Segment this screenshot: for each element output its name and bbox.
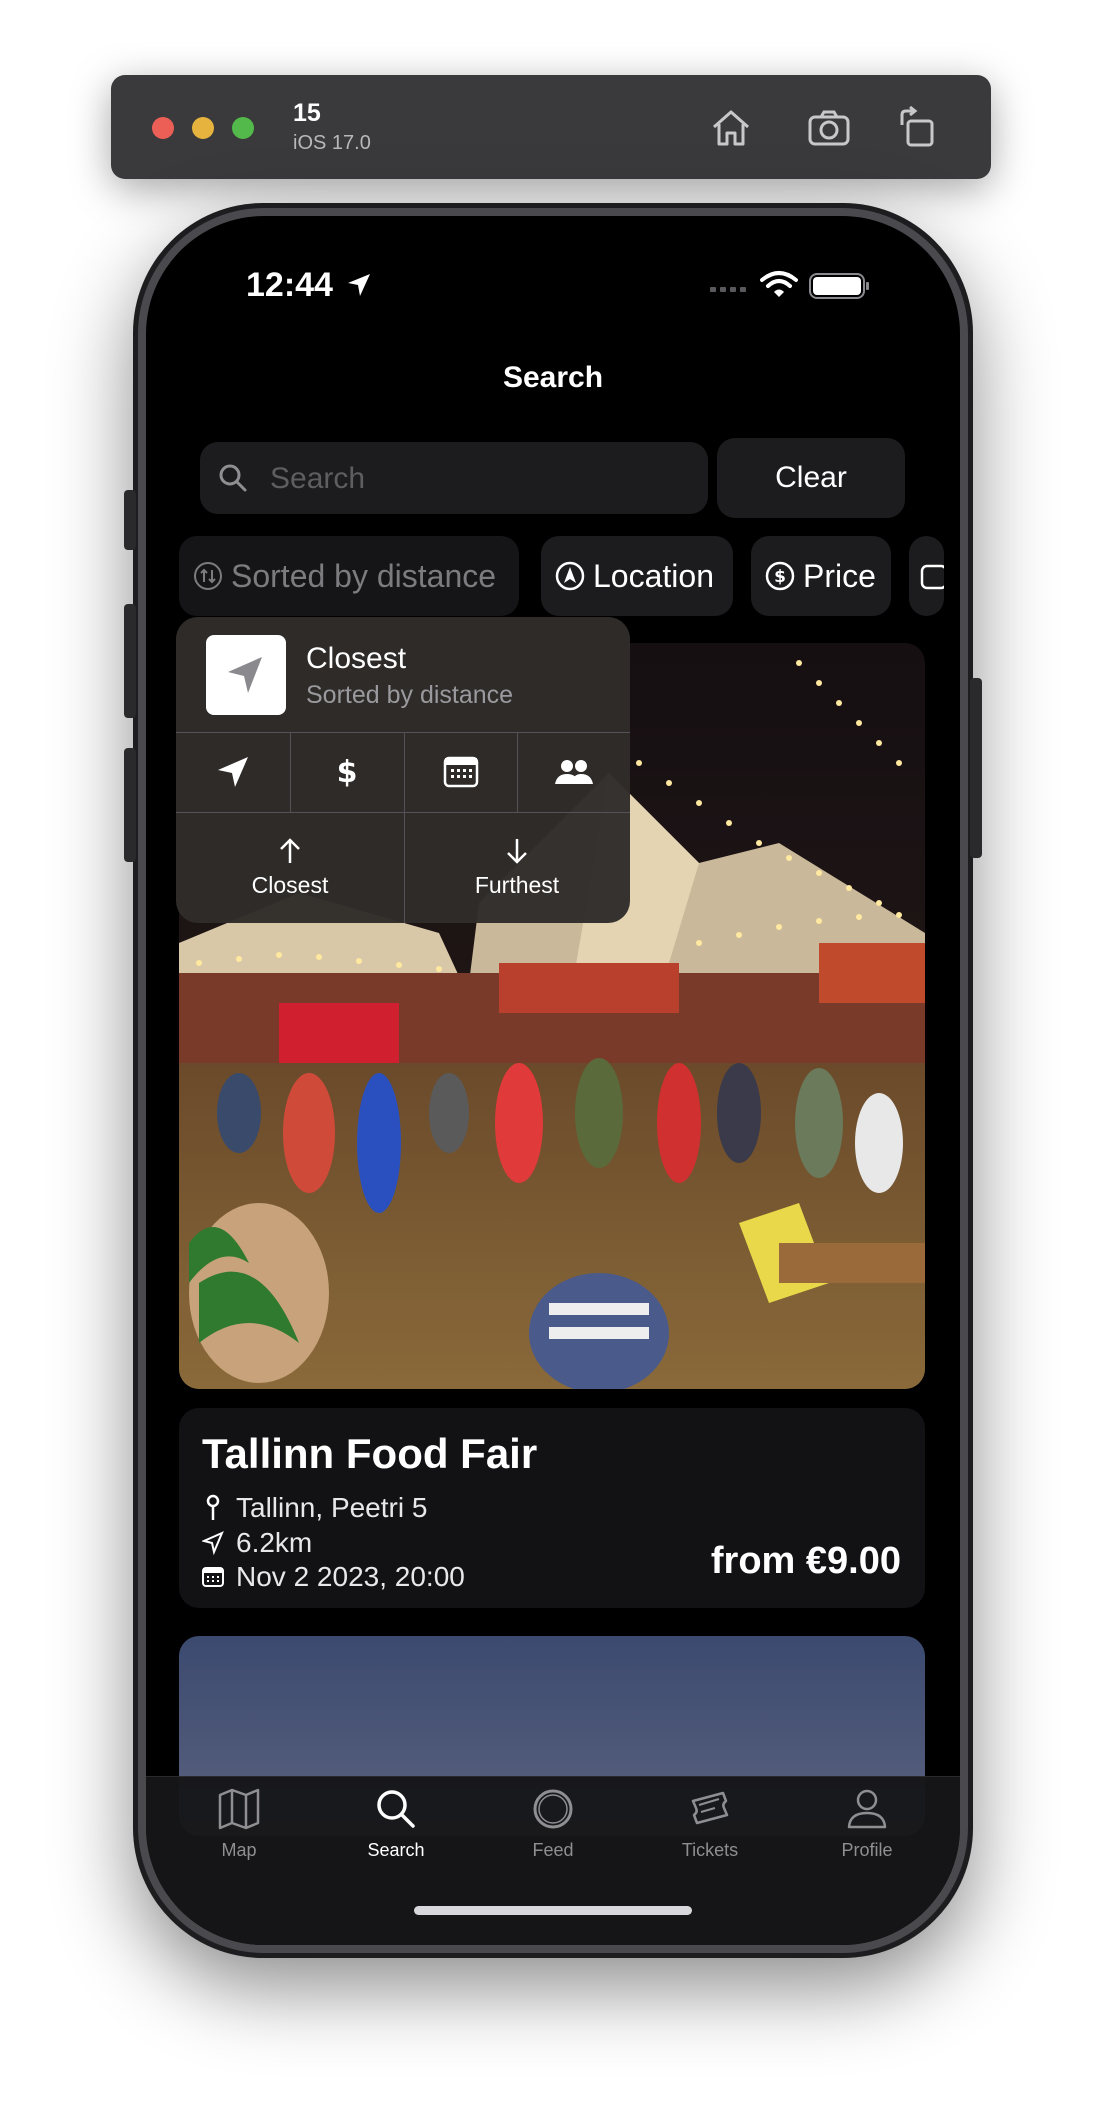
date-chip[interactable]: [909, 536, 944, 616]
location-services-icon: [348, 274, 371, 296]
battery-icon: [809, 273, 869, 299]
location-arrow-icon: [228, 657, 262, 693]
arrow-up-icon: [280, 837, 300, 863]
sort-menu: Closest Sorted by distance $ Closest Fur…: [176, 617, 630, 923]
tab-map[interactable]: Map: [169, 1787, 309, 1861]
tab-feed[interactable]: Feed: [483, 1787, 623, 1861]
circle-icon: [533, 1789, 573, 1829]
search-field[interactable]: [200, 442, 708, 516]
event-date-text: Nov 2 2023, 20:00: [236, 1561, 465, 1592]
calendar-icon: [202, 1567, 224, 1587]
device-name: 15: [293, 99, 321, 127]
event-date: Nov 2 2023, 20:00: [202, 1561, 465, 1593]
dollar-icon: $: [337, 755, 358, 790]
price-chip[interactable]: $ Price: [751, 536, 891, 616]
search-icon: [377, 1790, 415, 1828]
sort-menu-subtitle: Sorted by distance: [306, 681, 514, 709]
location-chip[interactable]: Location: [541, 536, 733, 616]
event-card[interactable]: Tallinn Food Fair Tallinn, Peetri 5 6.2k…: [179, 1408, 925, 1608]
clock-text: 12:44: [246, 266, 333, 304]
tab-map-label: Map: [221, 1840, 257, 1860]
tab-feed-label: Feed: [532, 1840, 574, 1860]
sort-ascending-option[interactable]: Closest: [176, 812, 404, 923]
ticket-icon: [691, 1791, 729, 1825]
status-time: 12:44: [246, 266, 372, 305]
map-icon: [218, 1788, 260, 1830]
sort-option-date[interactable]: [404, 732, 517, 812]
os-version: iOS 17.0: [293, 132, 371, 154]
pin-icon: [206, 1494, 220, 1520]
search-icon: [219, 464, 247, 492]
event-title: Tallinn Food Fair: [202, 1430, 538, 1477]
sort-option-price[interactable]: $: [290, 732, 404, 812]
tab-profile-label: Profile: [841, 1840, 893, 1860]
tab-bar: Map Search Feed Tickets Profile: [146, 1776, 960, 1945]
svg-text:$: $: [774, 567, 786, 587]
close-window-button[interactable]: [152, 117, 174, 139]
price-chip-label: Price: [803, 557, 876, 594]
event-address-text: Tallinn, Peetri 5: [236, 1492, 428, 1523]
rotate-icon[interactable]: [896, 105, 942, 151]
home-indicator[interactable]: [414, 1906, 692, 1915]
minimize-window-button[interactable]: [192, 117, 214, 139]
location-arrow-icon: [555, 561, 585, 591]
tab-search[interactable]: Search: [326, 1787, 466, 1861]
page-title: Search: [502, 361, 604, 394]
dollar-circle-icon: $: [765, 561, 795, 591]
sort-menu-title: Closest: [306, 642, 407, 675]
tab-tickets[interactable]: Tickets: [640, 1787, 780, 1861]
arrow-down-icon: [507, 838, 527, 864]
sort-chip[interactable]: Sorted by distance: [179, 536, 519, 616]
event-distance: 6.2km: [202, 1527, 312, 1559]
person-icon: [847, 1789, 887, 1829]
search-input[interactable]: [268, 442, 692, 516]
sort-ascending-label: Closest: [251, 871, 329, 898]
phone-screen: 12:44 Search Search Clear Sorted by dist…: [146, 216, 960, 1945]
event-price: from €9.00: [710, 1540, 901, 1582]
simulator-toolbar: 15 iOS 17.0: [111, 75, 991, 179]
volume-down-button: [124, 748, 136, 862]
sort-option-attendees[interactable]: [517, 732, 630, 812]
sort-menu-preview: [206, 635, 286, 715]
event-distance-text: 6.2km: [236, 1527, 313, 1558]
tab-tickets-label: Tickets: [681, 1840, 739, 1860]
clear-button[interactable]: Clear: [717, 438, 905, 518]
tab-search-label: Search: [367, 1840, 425, 1860]
sort-descending-option[interactable]: Furthest: [404, 812, 630, 923]
screenshot-icon[interactable]: [806, 105, 852, 151]
mute-switch: [124, 490, 136, 550]
people-icon: [554, 760, 593, 784]
calendar-icon: [443, 756, 478, 788]
sort-arrows-icon: [194, 562, 222, 590]
location-arrow-icon: [202, 1531, 224, 1556]
volume-up-button: [124, 604, 136, 718]
sort-option-distance[interactable]: [176, 732, 290, 812]
status-indicators: [710, 268, 880, 307]
svg-text:$: $: [337, 755, 358, 790]
location-arrow-icon: [218, 757, 248, 787]
calendar-icon: [920, 564, 944, 590]
tab-profile[interactable]: Profile: [797, 1787, 937, 1861]
cellular-signal-icon: [710, 287, 746, 292]
wifi-icon: [760, 271, 798, 297]
location-chip-label: Location: [593, 557, 714, 594]
power-button: [970, 678, 982, 858]
sort-descending-label: Furthest: [474, 871, 560, 898]
home-icon[interactable]: [708, 105, 754, 151]
event-address: Tallinn, Peetri 5: [202, 1492, 427, 1524]
sort-chip-label: Sorted by distance: [231, 557, 497, 594]
zoom-window-button[interactable]: [232, 117, 254, 139]
